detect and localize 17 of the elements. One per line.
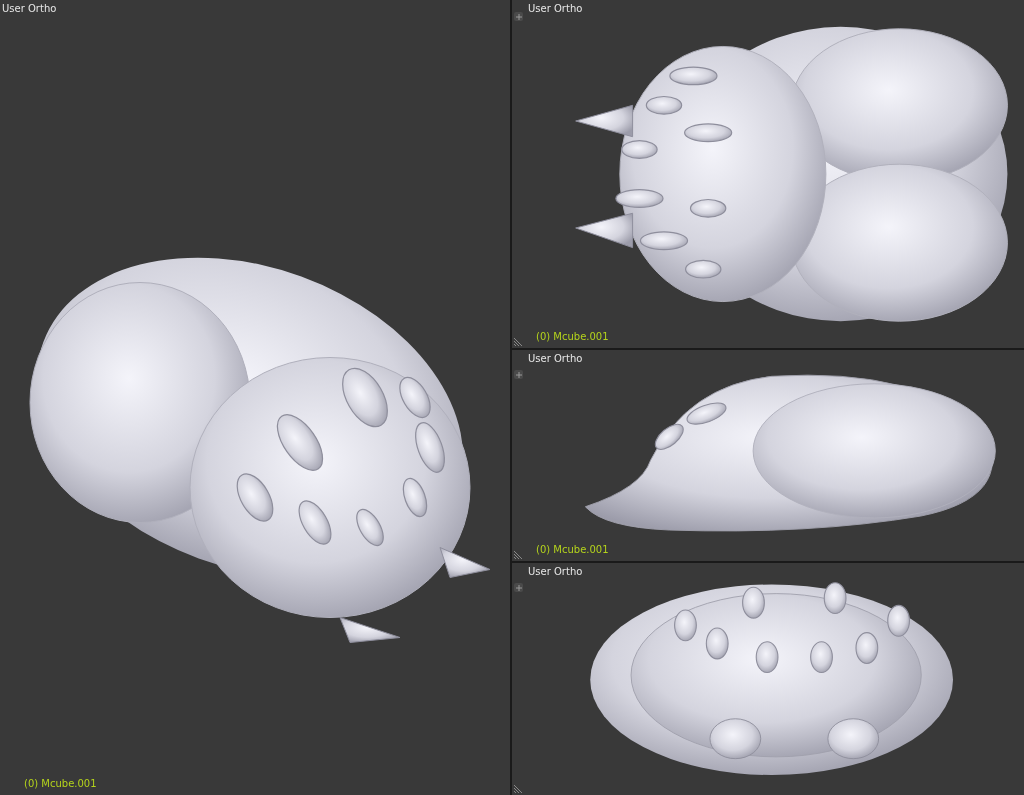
viewport-panel[interactable]: User Ortho <box>512 563 1024 795</box>
plus-icon[interactable] <box>514 12 523 21</box>
plus-icon[interactable] <box>514 370 523 379</box>
viewport-panel[interactable]: User Ortho (0) Mcube.001 <box>512 0 1024 348</box>
object-label: (0) Mcube.001 <box>536 544 609 555</box>
view-title: User Ortho <box>528 566 583 579</box>
view-title: User Ortho <box>528 3 583 16</box>
object-label: (0) Mcube.001 <box>24 778 97 789</box>
plus-icon[interactable] <box>514 583 523 592</box>
object-label: (0) Mcube.001 <box>536 331 609 342</box>
viewport-panel[interactable]: User Ortho (0) Mcube.001 <box>512 350 1024 561</box>
resize-corner-icon[interactable] <box>514 783 524 793</box>
viewport-panel[interactable]: User Ortho (0) Mcube.001 <box>0 0 510 795</box>
view-title: User Ortho <box>2 3 57 16</box>
view-title: User Ortho <box>528 353 583 366</box>
resize-corner-icon[interactable] <box>514 549 524 559</box>
resize-corner-icon[interactable] <box>514 336 524 346</box>
